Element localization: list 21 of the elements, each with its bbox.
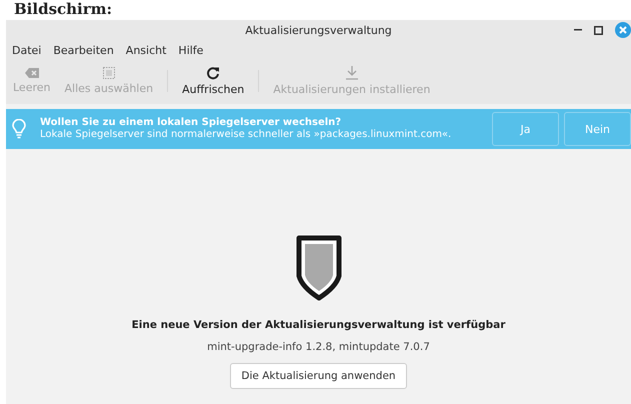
window-title: Aktualisierungsverwaltung: [245, 24, 392, 36]
banner-title: Wollen Sie zu einem lokalen Spiegelserver wechseln?: [40, 117, 342, 129]
close-icon[interactable]: [615, 22, 631, 38]
menu-item[interactable]: Hilfe: [176, 43, 206, 58]
download-icon: [346, 66, 358, 80]
menu-item[interactable]: Datei: [10, 43, 44, 58]
maximize-icon[interactable]: [594, 26, 603, 34]
shield-icon: [296, 235, 342, 301]
refresh-icon: [206, 66, 220, 80]
update-heading: Eine neue Version der Aktualisierungsverwaltung ist verfügbar: [132, 319, 506, 331]
menu-item[interactable]: Ansicht: [124, 43, 168, 58]
menu-item[interactable]: Bearbeiten: [51, 43, 116, 58]
clear-icon: [24, 68, 39, 78]
selection-icon: [102, 67, 115, 79]
minimize-icon[interactable]: [574, 29, 582, 31]
version-details: mint-upgrade-info 1.2.8, mintupdate 7.0.7: [207, 341, 430, 353]
page-heading: Bildschirm:: [13, 0, 114, 20]
lightbulb-icon: [12, 119, 26, 139]
apply-update-button[interactable]: Die Aktualisierung anwenden: [230, 363, 407, 389]
banner-message: Lokale Spiegelserver sind normalerweise schneller als »packages.linuxmint.com«.: [40, 129, 452, 141]
toolbar-button[interactable]: Auffrischen: [177, 64, 250, 98]
